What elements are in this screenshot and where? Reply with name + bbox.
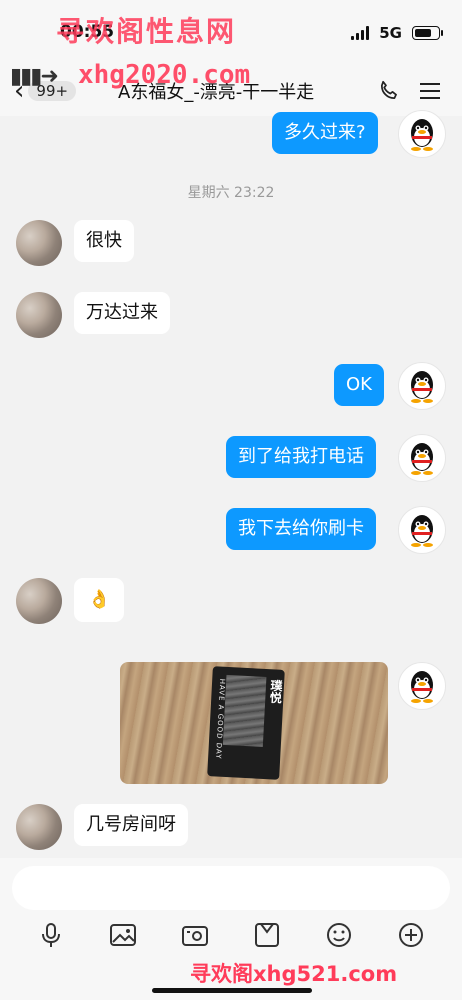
self-avatar-row (398, 362, 446, 410)
image-message[interactable]: HAVE A GOOD DAY 璞悦 (120, 662, 388, 784)
self-avatar-row (398, 506, 446, 554)
message-row: 万达过来 (16, 292, 170, 338)
self-avatar-row (398, 110, 446, 158)
contact-avatar[interactable] (16, 220, 62, 266)
status-icons: 5G (351, 24, 443, 42)
watermark-top: 寻欢阁性息网 (56, 15, 237, 48)
message-row: 多久过来? (272, 112, 378, 154)
contact-avatar[interactable] (16, 578, 62, 624)
message-row: 到了给我打电话 (226, 436, 376, 478)
message-bubble[interactable]: 👌 (74, 578, 125, 622)
message-bubble[interactable]: 我下去给你刷卡 (226, 508, 376, 550)
microphone-icon[interactable] (36, 920, 66, 950)
watermark-arrow: ▮▮▮➜ (10, 64, 59, 89)
plus-icon[interactable] (396, 920, 426, 950)
battery-icon (412, 26, 443, 40)
camera-icon[interactable] (180, 920, 210, 950)
self-avatar-row (398, 434, 446, 482)
message-row: 几号房间呀 (16, 804, 188, 850)
message-input[interactable] (12, 866, 450, 910)
image-icon[interactable] (108, 920, 138, 950)
home-indicator (152, 988, 312, 993)
card-text: HAVE A GOOD DAY (214, 678, 227, 760)
card-brand: 璞悦 (268, 679, 284, 704)
message-row: OK (334, 364, 384, 406)
message-bubble[interactable]: 很快 (74, 220, 134, 262)
message-bubble[interactable]: 到了给我打电话 (226, 436, 376, 478)
qq-penguin-avatar[interactable] (398, 662, 446, 710)
message-row: 我下去给你刷卡 (226, 508, 376, 550)
file-icon[interactable] (252, 920, 282, 950)
signal-icon (351, 26, 370, 40)
watermark-middle: xhg2020.com (78, 60, 251, 90)
emoji-icon[interactable] (324, 920, 354, 950)
qq-penguin-avatar[interactable] (398, 362, 446, 410)
network-label: 5G (379, 24, 402, 42)
menu-icon[interactable] (418, 80, 442, 102)
qq-penguin-avatar[interactable] (398, 434, 446, 482)
message-row: 👌 (16, 578, 125, 624)
message-bubble[interactable]: 万达过来 (74, 292, 170, 334)
watermark-bottom: 寻欢阁xhg521.com (190, 962, 398, 986)
contact-avatar[interactable] (16, 804, 62, 850)
message-bubble[interactable]: 几号房间呀 (74, 804, 188, 846)
phone-icon[interactable] (376, 78, 402, 104)
qq-penguin-avatar[interactable] (398, 506, 446, 554)
card-in-photo: HAVE A GOOD DAY 璞悦 (207, 666, 285, 780)
contact-avatar[interactable] (16, 292, 62, 338)
qq-penguin-avatar[interactable] (398, 110, 446, 158)
time-divider: 星期六 23:22 (187, 185, 275, 201)
composer-toolbar (0, 920, 462, 960)
message-bubble[interactable]: OK (334, 364, 384, 406)
self-avatar-row (398, 662, 446, 710)
message-bubble[interactable]: 多久过来? (272, 112, 378, 154)
message-row: 很快 (16, 220, 134, 266)
card-picture (222, 674, 267, 747)
